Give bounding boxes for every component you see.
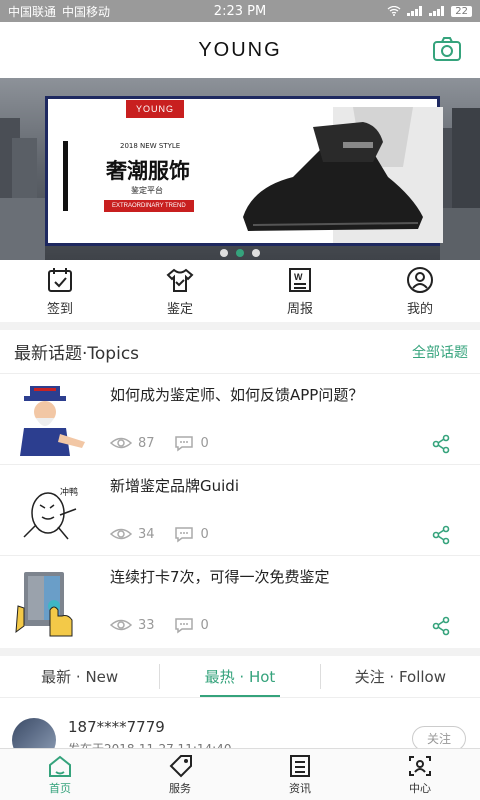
- topic-meta: 87 0: [110, 434, 209, 452]
- bottom-nav-news[interactable]: 资讯: [240, 749, 360, 800]
- bottom-nav-label: 服务: [169, 781, 191, 795]
- banner-accent-bar: [63, 141, 68, 211]
- topic-item[interactable]: 如何成为鉴定师、如何反馈APP问题？ 87 0: [0, 374, 480, 465]
- topic-meta: 33 0: [110, 616, 209, 634]
- feed-item[interactable]: 187****7779 发布于2018-11-27 11:14:40 关注: [0, 698, 480, 748]
- uncle-sam-illustration: [20, 386, 85, 456]
- quick-nav-weekly[interactable]: W 周报: [240, 260, 360, 322]
- topic-comments: 0: [173, 616, 209, 634]
- quick-nav-label: 鉴定: [166, 301, 193, 317]
- tab-follow[interactable]: 关注 · Follow: [321, 656, 480, 697]
- topics-section: 最新话题·Topics 全部话题 如何成为鉴定师、如何反馈APP问题？ 87 0: [0, 330, 480, 648]
- quick-nav-mine[interactable]: 我的: [360, 260, 480, 322]
- banner-dot-active[interactable]: [236, 249, 244, 257]
- tab-hot[interactable]: 最热 · Hot: [160, 656, 319, 697]
- news-icon: [290, 754, 310, 777]
- topic-views: 87: [110, 434, 155, 452]
- promo-banner[interactable]: YOUNG 2018 NEW STYLE 奢潮服饰 鉴定平台 EXTRAORDI…: [0, 78, 480, 260]
- quick-nav-appraise[interactable]: 鉴定: [120, 260, 240, 322]
- tab-new[interactable]: 最新 · New: [0, 656, 159, 697]
- topic-views-count: 87: [138, 435, 155, 451]
- topic-views: 34: [110, 525, 155, 543]
- tag-icon: [169, 754, 192, 777]
- status-bar: 中国联通 中国移动 2:23 PM 22: [0, 0, 480, 22]
- topics-title: 最新话题·Topics: [14, 344, 140, 364]
- bottom-nav-center[interactable]: 中心: [360, 749, 480, 800]
- topic-title: 连续打卡7次，可得一次免费鉴定: [110, 568, 330, 586]
- phone-tap-illustration: [15, 572, 73, 637]
- topic-title: 新增鉴定品牌Guidi: [110, 477, 239, 495]
- bottom-nav: 首页 服务 资讯 中心: [0, 748, 480, 800]
- topic-comments-count: 0: [200, 526, 209, 542]
- banner-headline: 奢潮服饰: [106, 159, 190, 183]
- bottom-nav-label: 资讯: [289, 781, 311, 795]
- topic-views-count: 34: [138, 526, 155, 542]
- bottom-nav-label: 首页: [49, 781, 71, 795]
- share-icon[interactable]: [432, 434, 450, 454]
- banner-subline: 鉴定平台: [131, 186, 163, 195]
- banner-dot[interactable]: [220, 249, 228, 257]
- eye-icon: [110, 437, 132, 449]
- doodle-character-illustration: 冲鸭: [23, 486, 78, 540]
- quick-nav-checkin[interactable]: 签到: [0, 260, 120, 322]
- banner-dot[interactable]: [252, 249, 260, 257]
- bottom-nav-service[interactable]: 服务: [120, 749, 240, 800]
- topic-comments-count: 0: [200, 435, 209, 451]
- banner-pagination[interactable]: [0, 249, 480, 257]
- topic-item[interactable]: 连续打卡7次，可得一次免费鉴定 33 0: [0, 556, 480, 647]
- banner-brand-badge: YOUNG: [126, 100, 185, 118]
- tshirt-check-icon: [166, 268, 194, 292]
- topic-title: 如何成为鉴定师、如何反馈APP问题？: [110, 386, 364, 404]
- feed-tabs: 最新 · New 最热 · Hot 关注 · Follow: [0, 656, 480, 698]
- app-title: YOUNG: [198, 38, 282, 61]
- quick-nav-label: 我的: [406, 301, 433, 317]
- eye-icon: [110, 619, 132, 631]
- follow-button[interactable]: 关注: [411, 726, 466, 748]
- bottom-nav-home[interactable]: 首页: [0, 749, 120, 800]
- topic-views: 33: [110, 616, 155, 634]
- svg-text:冲鸭: 冲鸭: [60, 486, 78, 498]
- newspaper-icon: W: [289, 267, 311, 292]
- topic-meta: 34 0: [110, 525, 209, 543]
- topic-item[interactable]: 冲鸭 新增鉴定品牌Guidi 34 0: [0, 465, 480, 556]
- banner-style-line: 2018 NEW STYLE: [120, 142, 181, 150]
- quick-nav-label: 签到: [46, 301, 73, 317]
- quick-nav-label: 周报: [286, 301, 313, 317]
- comment-icon: [174, 618, 193, 634]
- banner-tag: EXTRAORDINARY TREND: [104, 200, 194, 212]
- topic-comments: 0: [173, 434, 209, 452]
- comment-icon: [174, 436, 193, 452]
- share-icon[interactable]: [432, 616, 450, 636]
- topics-header: 最新话题·Topics 全部话题: [0, 330, 480, 374]
- banner-card: YOUNG 2018 NEW STYLE 奢潮服饰 鉴定平台 EXTRAORDI…: [45, 96, 443, 246]
- avatar[interactable]: [12, 718, 56, 748]
- shoe-image: [243, 107, 443, 243]
- calendar-check-icon: [48, 267, 72, 292]
- all-topics-link[interactable]: 全部话题: [412, 342, 468, 362]
- share-icon[interactable]: [432, 525, 450, 545]
- eye-icon: [110, 528, 132, 540]
- comment-icon: [174, 527, 193, 543]
- feed-posted-time: 发布于2018-11-27 11:14:40: [68, 740, 231, 748]
- topic-comments-count: 0: [200, 617, 209, 633]
- topic-comments: 0: [173, 525, 209, 543]
- quick-nav: 签到 鉴定 W 周报 我的: [0, 260, 480, 322]
- feed-username: 187****7779: [68, 718, 165, 736]
- home-icon: [49, 755, 71, 777]
- topic-views-count: 33: [138, 617, 155, 633]
- svg-text:W: W: [294, 272, 303, 282]
- camera-icon[interactable]: [432, 36, 462, 62]
- user-icon: [407, 266, 433, 293]
- app-header: YOUNG: [0, 22, 480, 78]
- profile-scan-icon: [409, 755, 431, 776]
- status-time: 2:23 PM: [213, 3, 267, 19]
- bottom-nav-label: 中心: [409, 781, 431, 795]
